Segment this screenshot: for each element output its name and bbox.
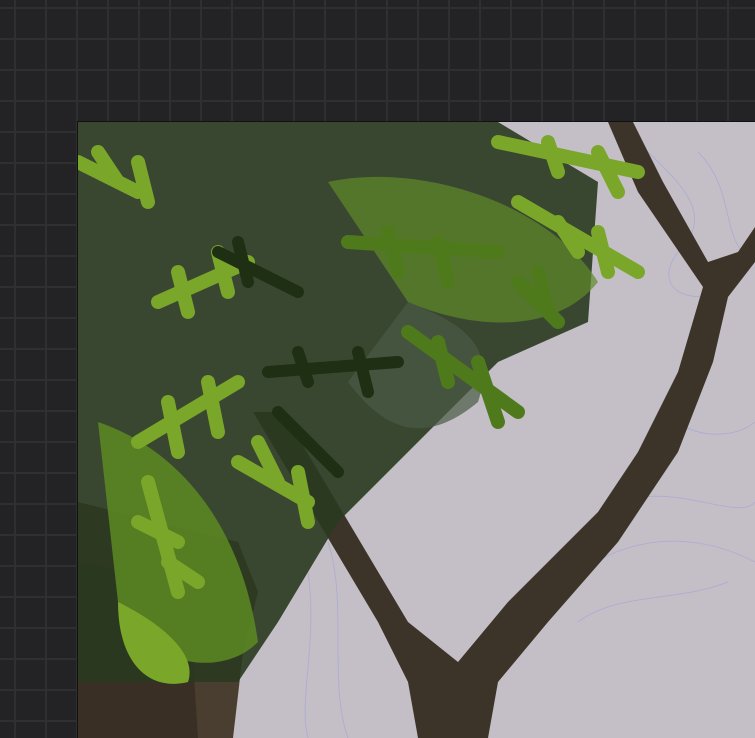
drawing-canvas[interactable]: [78, 122, 755, 738]
canvas-workspace-grid[interactable]: [0, 0, 755, 738]
painting: [78, 122, 755, 738]
